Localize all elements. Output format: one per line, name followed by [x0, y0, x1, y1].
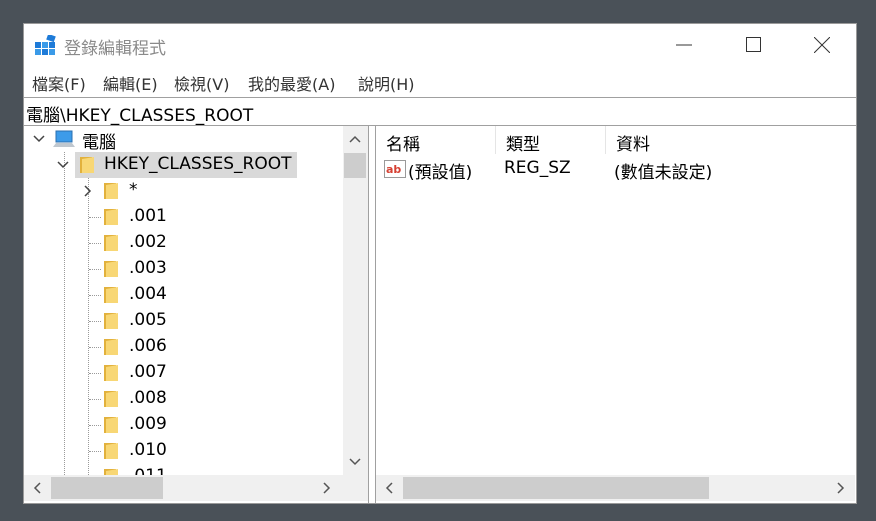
tree-item[interactable]: .008 — [24, 386, 343, 412]
tree-connector — [89, 217, 101, 218]
scroll-down-icon[interactable] — [349, 457, 361, 467]
tree-item-label: .009 — [129, 414, 167, 434]
tree-connector — [89, 425, 101, 426]
scroll-up-icon[interactable] — [349, 134, 361, 144]
tree-item[interactable]: .003 — [24, 256, 343, 282]
tree-item-label: .001 — [129, 206, 167, 226]
menu-favorites[interactable]: 我的最愛(A) — [248, 71, 335, 95]
window-title: 登錄編輯程式 — [64, 39, 166, 59]
folder-icon — [104, 287, 118, 303]
menu-help[interactable]: 說明(H) — [358, 71, 415, 95]
tree-item[interactable]: .005 — [24, 308, 343, 334]
folder-icon — [104, 313, 118, 329]
folder-icon — [104, 261, 118, 277]
menu-bar: 檔案(F) 編輯(E) 檢視(V) 我的最愛(A) 說明(H) — [24, 66, 856, 96]
svg-text:ab: ab — [386, 163, 401, 176]
tree-connector — [89, 295, 101, 296]
address-bar[interactable]: 電腦\HKEY_CLASSES_ROOT — [24, 97, 856, 126]
value-type: REG_SZ — [504, 158, 571, 178]
menu-edit[interactable]: 編輯(E) — [103, 71, 158, 95]
folder-icon — [104, 209, 118, 225]
scroll-right-icon[interactable] — [322, 482, 332, 494]
tree-horizontal-scrollbar[interactable] — [24, 475, 343, 501]
chevron-right-icon[interactable] — [82, 185, 94, 197]
tree-item-label: .007 — [129, 362, 167, 382]
tree-item[interactable]: .010 — [24, 438, 343, 464]
close-icon — [814, 37, 830, 53]
tree-item-label: .010 — [129, 440, 167, 460]
folder-icon — [104, 235, 118, 251]
tree-item-label: .002 — [129, 232, 167, 252]
tree-item[interactable]: .007 — [24, 360, 343, 386]
folder-icon — [104, 339, 118, 355]
tree-connector — [89, 347, 101, 348]
tree-item-label: * — [129, 180, 138, 200]
folder-icon — [104, 183, 118, 199]
maximize-icon — [746, 37, 761, 52]
tree-item[interactable]: .009 — [24, 412, 343, 438]
tree-item-label: HKEY_CLASSES_ROOT — [104, 154, 292, 174]
tree-item[interactable]: .011 — [24, 464, 343, 475]
string-value-icon: ab — [384, 160, 406, 178]
value-row[interactable]: ab (預設值) REG_SZ (數值未設定) — [376, 126, 855, 186]
tree-item-label: .003 — [129, 258, 167, 278]
address-path[interactable]: 電腦\HKEY_CLASSES_ROOT — [26, 101, 253, 126]
scroll-thumb[interactable] — [51, 477, 163, 499]
tree-item-label: .004 — [129, 284, 167, 304]
tree-item[interactable]: * — [24, 178, 343, 204]
tree-item[interactable]: .006 — [24, 334, 343, 360]
tree-connector — [89, 321, 101, 322]
tree-item-computer[interactable]: 電腦 — [24, 126, 343, 153]
scroll-right-icon[interactable] — [836, 482, 846, 494]
tree-connector — [89, 243, 101, 244]
tree-item-label: .008 — [129, 388, 167, 408]
folder-open-icon — [80, 157, 94, 173]
tree-item[interactable]: .001 — [24, 204, 343, 230]
value-data: (數值未設定) — [614, 163, 713, 183]
minimize-button[interactable] — [649, 24, 719, 66]
tree-item[interactable]: .002 — [24, 230, 343, 256]
tree-connector — [89, 399, 101, 400]
scroll-left-icon[interactable] — [384, 482, 394, 494]
tree-connector — [89, 451, 101, 452]
minimize-icon — [676, 44, 692, 46]
maximize-button[interactable] — [719, 24, 789, 66]
folder-icon — [104, 365, 118, 381]
values-pane: 名稱 類型 資料 ab (預設值) REG_SZ (數值未設定) — [375, 126, 856, 503]
folder-icon — [104, 443, 118, 459]
scrollbar-corner — [343, 475, 368, 501]
tree-item-label: .005 — [129, 310, 167, 330]
tree-item[interactable]: .004 — [24, 282, 343, 308]
folder-icon — [104, 469, 118, 475]
close-button[interactable] — [787, 24, 856, 66]
folder-icon — [104, 417, 118, 433]
tree-vertical-scrollbar[interactable] — [343, 126, 368, 475]
key-tree: 電腦 HKEY_CLASSES_ROOT * .001 .002 .003 .0… — [24, 126, 343, 475]
values-horizontal-scrollbar[interactable] — [376, 475, 855, 501]
tree-connector — [89, 269, 101, 270]
registry-editor-window: 登錄編輯程式 檔案(F) 編輯(E) 檢視(V) 我的最愛(A) 說明(H) 電… — [23, 23, 857, 504]
folder-icon — [104, 391, 118, 407]
key-tree-pane: 電腦 HKEY_CLASSES_ROOT * .001 .002 .003 .0… — [24, 126, 369, 503]
chevron-down-icon[interactable] — [57, 159, 69, 171]
scroll-thumb[interactable] — [344, 153, 366, 178]
menu-view[interactable]: 檢視(V) — [174, 71, 229, 95]
tree-item-label: 電腦 — [82, 133, 116, 153]
tree-item-hkey-classes-root[interactable]: HKEY_CLASSES_ROOT — [24, 152, 343, 178]
menu-file[interactable]: 檔案(F) — [32, 71, 86, 95]
tree-item-label: .006 — [129, 336, 167, 356]
tree-item-label: .011 — [129, 466, 167, 475]
registry-editor-icon — [35, 35, 56, 55]
scroll-left-icon[interactable] — [32, 482, 42, 494]
computer-icon — [53, 130, 75, 147]
tree-connector — [89, 373, 101, 374]
title-bar[interactable]: 登錄編輯程式 — [24, 24, 856, 66]
chevron-down-icon[interactable] — [33, 133, 45, 145]
value-name: (預設值) — [408, 163, 473, 183]
scroll-thumb[interactable] — [403, 477, 709, 499]
